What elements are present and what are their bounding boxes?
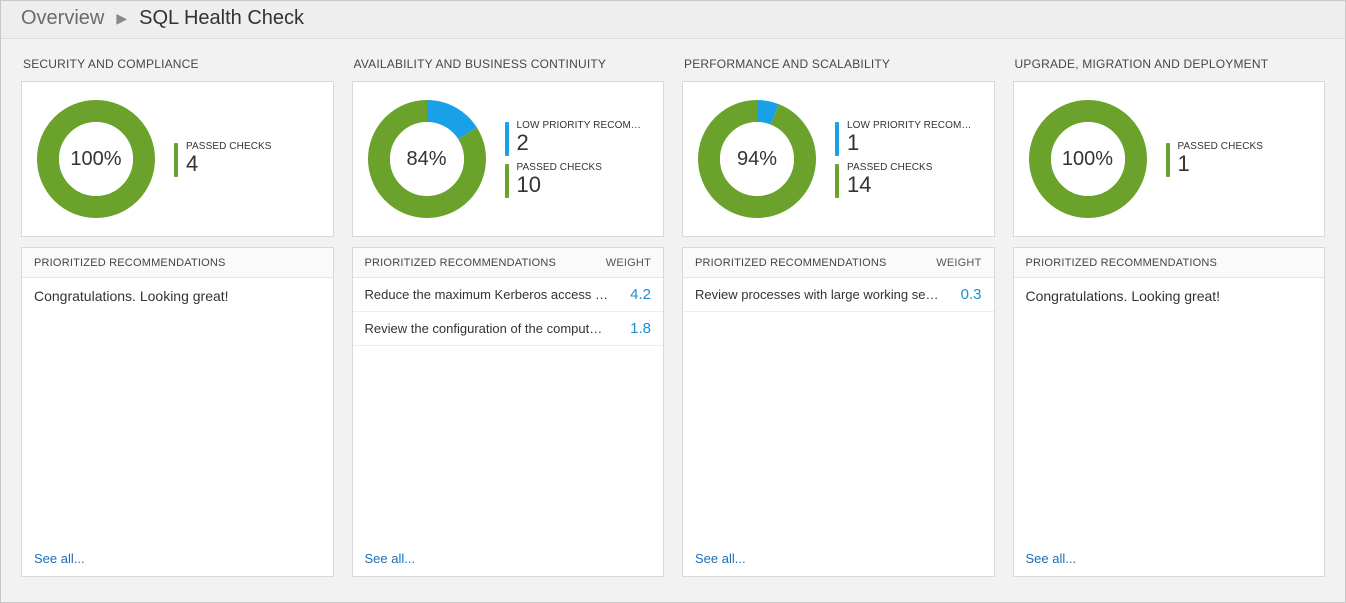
recommendation-row[interactable]: Review processes with large working set …: [683, 278, 994, 312]
breadcrumb-root[interactable]: Overview: [21, 7, 104, 30]
metric-label: LOW PRIORITY RECOMMENDATIO...: [847, 120, 980, 131]
recommendations-header: PRIORITIZED RECOMMENDATIONS WEIGHT: [683, 248, 994, 278]
recommendations-header: PRIORITIZED RECOMMENDATIONS WEIGHT: [353, 248, 664, 278]
metrics: PASSED CHECKS 4: [174, 141, 272, 177]
panel-title: AVAILABILITY AND BUSINESS CONTINUITY: [352, 57, 665, 71]
recommendations-tile: PRIORITIZED RECOMMENDATIONS WEIGHT Reduce …: [352, 247, 665, 577]
metric-passed: PASSED CHECKS 10: [505, 162, 650, 198]
metric-passed: PASSED CHECKS 4: [174, 141, 272, 177]
donut-chart: 100%: [36, 99, 156, 219]
metric-value: 14: [847, 173, 933, 196]
metric-low-priority: LOW PRIORITY RECOMMENDATIO... 1: [835, 120, 980, 156]
recommendations-body: Reduce the maximum Kerberos access token…: [353, 278, 664, 540]
panel-title: UPGRADE, MIGRATION AND DEPLOYMENT: [1013, 57, 1326, 71]
recommendations-tile: PRIORITIZED RECOMMENDATIONS Congratulatio…: [21, 247, 334, 577]
see-all-link[interactable]: See all...: [683, 540, 994, 576]
bar-icon: [505, 164, 509, 198]
donut-percent-label: 100%: [1028, 99, 1148, 219]
metric-value: 4: [186, 152, 272, 175]
donut-percent-label: 94%: [697, 99, 817, 219]
recommendation-weight: 0.3: [948, 286, 982, 303]
donut-chart: 84%: [367, 99, 487, 219]
recommendation-text: Reduce the maximum Kerberos access token…: [365, 287, 618, 302]
recommendation-weight: 1.8: [617, 320, 651, 337]
recommendations-tile: PRIORITIZED RECOMMENDATIONS Congratulatio…: [1013, 247, 1326, 577]
metric-value: 1: [1178, 152, 1264, 175]
recommendations-header: PRIORITIZED RECOMMENDATIONS: [22, 248, 333, 278]
health-tile[interactable]: 100% PASSED CHECKS 4: [21, 81, 334, 237]
recommendation-text: Review the configuration of the computer…: [365, 321, 618, 336]
metric-label: LOW PRIORITY RECOMMENDATIO...: [517, 120, 650, 131]
recommendations-header-weight: WEIGHT: [936, 257, 981, 269]
metrics: LOW PRIORITY RECOMMENDATIO... 2 PASSED C…: [505, 120, 650, 198]
bar-icon: [1166, 143, 1170, 177]
recommendations-body: Review processes with large working set …: [683, 278, 994, 540]
recommendations-body: Congratulations. Looking great!: [1014, 278, 1325, 540]
breadcrumb-current: SQL Health Check: [139, 7, 304, 30]
metric-value: 2: [517, 131, 650, 154]
congrats-message: Congratulations. Looking great!: [1014, 278, 1325, 314]
bar-icon: [835, 164, 839, 198]
metric-low-priority: LOW PRIORITY RECOMMENDATIO... 2: [505, 120, 650, 156]
donut-percent-label: 84%: [367, 99, 487, 219]
recommendation-weight: 4.2: [617, 286, 651, 303]
chevron-right-icon: ▶: [116, 10, 127, 27]
panel-title: PERFORMANCE AND SCALABILITY: [682, 57, 995, 71]
panel: SECURITY AND COMPLIANCE 100% PASSED CHEC…: [21, 57, 334, 577]
see-all-link[interactable]: See all...: [353, 540, 664, 576]
recommendation-text: Review processes with large working set …: [695, 287, 948, 302]
bar-icon: [174, 143, 178, 177]
recommendations-header-title: PRIORITIZED RECOMMENDATIONS: [34, 257, 226, 269]
see-all-link[interactable]: See all...: [1014, 540, 1325, 576]
metrics: LOW PRIORITY RECOMMENDATIO... 1 PASSED C…: [835, 120, 980, 198]
metric-label: PASSED CHECKS: [1178, 141, 1264, 152]
recommendations-header-title: PRIORITIZED RECOMMENDATIONS: [1026, 257, 1218, 269]
congrats-message: Congratulations. Looking great!: [22, 278, 333, 314]
bar-icon: [505, 122, 509, 156]
health-tile[interactable]: 84% LOW PRIORITY RECOMMENDATIO... 2 PASS…: [352, 81, 665, 237]
metric-value: 10: [517, 173, 603, 196]
panel: AVAILABILITY AND BUSINESS CONTINUITY 84%…: [352, 57, 665, 577]
panel: PERFORMANCE AND SCALABILITY 94% LOW PRIO…: [682, 57, 995, 577]
recommendations-tile: PRIORITIZED RECOMMENDATIONS WEIGHT Review …: [682, 247, 995, 577]
recommendations-header-title: PRIORITIZED RECOMMENDATIONS: [365, 257, 557, 269]
donut-percent-label: 100%: [36, 99, 156, 219]
metric-passed: PASSED CHECKS 1: [1166, 141, 1264, 177]
breadcrumb: Overview ▶ SQL Health Check: [1, 1, 1345, 39]
see-all-link[interactable]: See all...: [22, 540, 333, 576]
metric-passed: PASSED CHECKS 14: [835, 162, 980, 198]
recommendations-body: Congratulations. Looking great!: [22, 278, 333, 540]
donut-chart: 94%: [697, 99, 817, 219]
metric-value: 1: [847, 131, 980, 154]
recommendations-header-title: PRIORITIZED RECOMMENDATIONS: [695, 257, 887, 269]
donut-chart: 100%: [1028, 99, 1148, 219]
recommendation-row[interactable]: Review the configuration of the computer…: [353, 312, 664, 346]
metric-label: PASSED CHECKS: [186, 141, 272, 152]
panel-title: SECURITY AND COMPLIANCE: [21, 57, 334, 71]
recommendations-header: PRIORITIZED RECOMMENDATIONS: [1014, 248, 1325, 278]
metrics: PASSED CHECKS 1: [1166, 141, 1264, 177]
recommendation-row[interactable]: Reduce the maximum Kerberos access token…: [353, 278, 664, 312]
bar-icon: [835, 122, 839, 156]
recommendations-header-weight: WEIGHT: [606, 257, 651, 269]
health-tile[interactable]: 100% PASSED CHECKS 1: [1013, 81, 1326, 237]
panel: UPGRADE, MIGRATION AND DEPLOYMENT 100% P…: [1013, 57, 1326, 577]
health-tile[interactable]: 94% LOW PRIORITY RECOMMENDATIO... 1 PASS…: [682, 81, 995, 237]
